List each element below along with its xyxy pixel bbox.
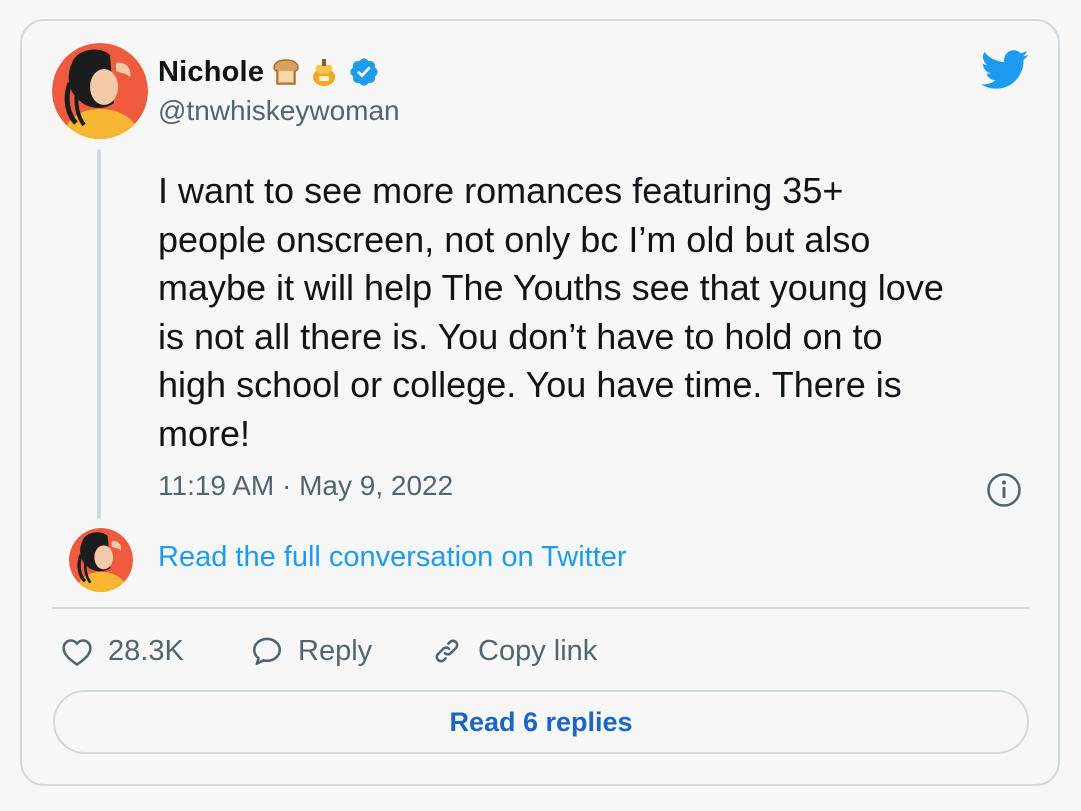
like-count: 28.3K bbox=[108, 634, 184, 667]
heart-icon bbox=[62, 639, 92, 666]
avatar-image bbox=[69, 528, 133, 592]
thread-line bbox=[97, 149, 101, 519]
link-icon bbox=[435, 639, 459, 663]
user-handle[interactable]: @tnwhiskeywoman bbox=[158, 95, 400, 127]
reply-avatar[interactable] bbox=[69, 528, 133, 592]
like-button[interactable]: 28.3K bbox=[60, 628, 184, 674]
user-avatar[interactable] bbox=[52, 43, 148, 139]
display-name[interactable]: Nichole bbox=[158, 56, 264, 89]
author-name-row[interactable]: Nichole bbox=[158, 52, 380, 92]
verified-badge-icon bbox=[348, 56, 380, 88]
reply-label: Reply bbox=[298, 634, 373, 667]
divider bbox=[52, 607, 1029, 609]
avatar-image bbox=[52, 43, 148, 139]
twitter-bird-icon[interactable] bbox=[980, 50, 1030, 90]
honey-pot-emoji-icon bbox=[308, 56, 340, 88]
tweet-timestamp[interactable]: 11:19 AM · May 9, 2022 bbox=[158, 470, 453, 502]
copy-link-label: Copy link bbox=[478, 634, 598, 667]
copy-link-button[interactable]: Copy link bbox=[430, 628, 597, 674]
bread-emoji-icon bbox=[270, 56, 302, 88]
speech-bubble-icon bbox=[252, 637, 282, 666]
info-icon[interactable] bbox=[986, 472, 1022, 508]
read-replies-button[interactable]: Read 6 replies bbox=[53, 690, 1029, 754]
read-conversation-link[interactable]: Read the full conversation on Twitter bbox=[158, 541, 627, 574]
tweet-text: I want to see more romances featuring 35… bbox=[158, 170, 944, 454]
reply-button[interactable]: Reply bbox=[250, 628, 372, 674]
